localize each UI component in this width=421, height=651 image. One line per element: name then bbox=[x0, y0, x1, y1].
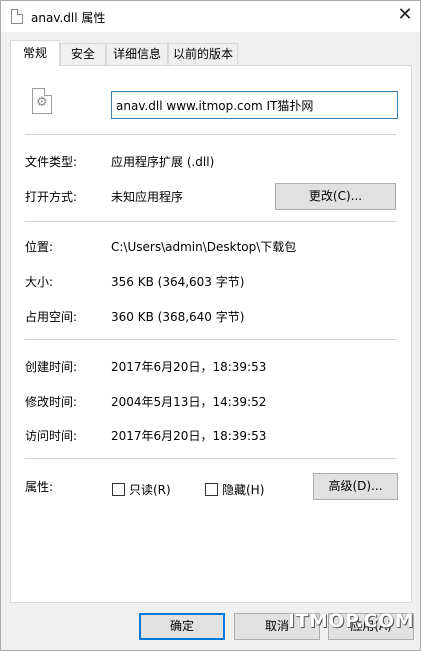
advanced-button[interactable]: 高级(D)... bbox=[313, 473, 398, 500]
opens-with-label: 打开方式: bbox=[25, 190, 78, 204]
properties-dialog: anav.dll 属性 ✕ 常规 安全 详细信息 以前的版本 ⚙ 文件类型: 应… bbox=[0, 0, 421, 651]
document-icon bbox=[11, 9, 23, 24]
gear-icon: ⚙ bbox=[36, 95, 48, 110]
checkbox-box[interactable] bbox=[205, 482, 218, 496]
change-button[interactable]: 更改(C)... bbox=[275, 183, 396, 210]
file-name-input[interactable] bbox=[111, 91, 398, 119]
location-label: 位置: bbox=[25, 240, 54, 254]
separator bbox=[25, 134, 396, 135]
hidden-label: 隐藏(H) bbox=[222, 482, 265, 497]
tab-security[interactable]: 安全 bbox=[60, 43, 106, 65]
size-label: 大小: bbox=[25, 275, 54, 289]
tab-previous-versions[interactable]: 以前的版本 bbox=[168, 43, 238, 65]
separator bbox=[25, 339, 396, 340]
tab-general[interactable]: 常规 bbox=[10, 40, 60, 66]
window-title: anav.dll 属性 bbox=[31, 11, 106, 25]
opens-with-value: 未知应用程序 bbox=[111, 190, 184, 204]
location-value: C:\Users\admin\Desktop\下载包 bbox=[111, 240, 297, 254]
readonly-label: 只读(R) bbox=[129, 482, 171, 497]
modified-value: 2004年5月13日，14:39:52 bbox=[111, 395, 267, 409]
attributes-label: 属性: bbox=[25, 480, 54, 494]
accessed-value: 2017年6月20日，18:39:53 bbox=[111, 429, 267, 443]
separator bbox=[25, 458, 396, 459]
readonly-checkbox[interactable]: 只读(R) bbox=[112, 481, 171, 497]
ok-button[interactable]: 确定 bbox=[139, 613, 225, 640]
created-label: 创建时间: bbox=[25, 360, 78, 374]
separator bbox=[25, 221, 396, 222]
title-bar[interactable]: anav.dll 属性 ✕ bbox=[1, 1, 420, 32]
general-panel: ⚙ 文件类型: 应用程序扩展 (.dll) 打开方式: 未知应用程序 更改(C)… bbox=[10, 65, 412, 603]
checkbox-box[interactable] bbox=[112, 482, 125, 496]
file-type-label: 文件类型: bbox=[25, 155, 78, 169]
close-button[interactable]: ✕ bbox=[390, 1, 420, 31]
watermark-logo: ITMOP.COM bbox=[287, 610, 414, 632]
size-on-disk-label: 占用空间: bbox=[25, 310, 78, 324]
hidden-checkbox[interactable]: 隐藏(H) bbox=[205, 481, 264, 497]
tab-details[interactable]: 详细信息 bbox=[106, 43, 168, 65]
dll-file-icon: ⚙ bbox=[32, 88, 52, 114]
created-value: 2017年6月20日，18:39:53 bbox=[111, 360, 267, 374]
modified-label: 修改时间: bbox=[25, 395, 78, 409]
accessed-label: 访问时间: bbox=[25, 429, 78, 443]
file-type-value: 应用程序扩展 (.dll) bbox=[111, 155, 215, 169]
size-on-disk-value: 360 KB (368,640 字节) bbox=[111, 310, 245, 324]
size-value: 356 KB (364,603 字节) bbox=[111, 275, 245, 289]
